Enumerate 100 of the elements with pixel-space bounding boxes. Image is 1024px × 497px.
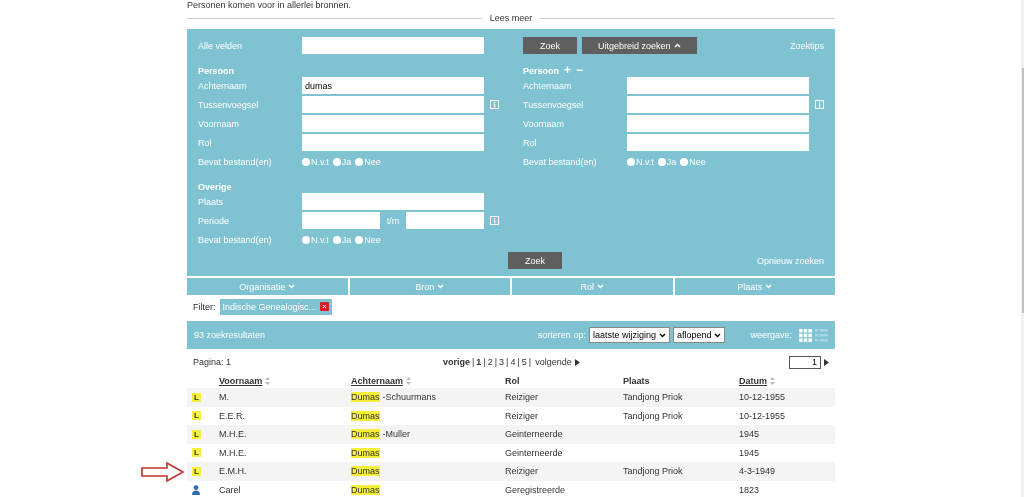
radio-label: N.v.t	[636, 156, 654, 167]
radio-button[interactable]	[302, 235, 310, 244]
field-label: Voornaam	[198, 118, 241, 129]
search-button[interactable]: Zoek	[523, 37, 577, 54]
radio-label: N.v.t	[311, 156, 329, 167]
input-field[interactable]	[627, 77, 809, 94]
table-row[interactable]: L M.H.E. Dumas -Muller Geinterneerde 1945	[187, 425, 835, 444]
next-page-link[interactable]: volgende	[535, 357, 580, 367]
radio-label: Ja	[666, 156, 677, 167]
table-cell-text: Tandjong Priok	[623, 392, 684, 403]
input-field[interactable]	[627, 115, 809, 132]
sort-order-dropdown[interactable]: aflopend	[672, 327, 726, 343]
table-cell-text: Geinterneerde	[505, 429, 564, 440]
grid-view-icon[interactable]	[799, 328, 812, 342]
page-link[interactable]: 4	[510, 357, 516, 367]
radio-button[interactable]	[627, 157, 635, 166]
sort-label: sorteren op:	[537, 330, 586, 340]
field-label: Plaats	[198, 196, 224, 207]
input-field[interactable]	[302, 37, 484, 54]
list-view-icon[interactable]	[815, 328, 828, 342]
radio-button[interactable]	[355, 157, 364, 166]
sortable-column-header[interactable]: Voornaam	[219, 375, 351, 386]
table-row[interactable]: L M. Dumas -Schuurmans Reiziger Tandjong Priok 10-12-1955	[187, 388, 835, 407]
input-field[interactable]	[302, 193, 484, 210]
field-label: Rol	[198, 137, 213, 148]
close-icon	[320, 302, 330, 311]
column-header: Rol	[505, 375, 521, 386]
input-field[interactable]	[302, 115, 484, 132]
page-label: Pagina: 1	[193, 357, 233, 367]
sort-field-dropdown[interactable]: laatste wijziging	[588, 327, 670, 343]
input-field[interactable]	[302, 134, 484, 151]
type-badge: L	[192, 392, 201, 402]
column-header: Plaats	[623, 375, 651, 386]
table-row[interactable]: L M.H.E. Dumas Geinterneerde 1945	[187, 443, 835, 462]
advanced-search-button[interactable]: Uitgebreid zoeken	[582, 37, 697, 54]
table-cell-text: 1945	[739, 429, 761, 440]
field-label: Bevat bestand(en)	[198, 234, 273, 245]
table-cell-text: 4-3-1949	[739, 466, 777, 477]
table-cell-text: E.E.R.	[219, 410, 246, 421]
radio-button[interactable]	[332, 157, 341, 166]
table-cell-text: Reiziger	[505, 466, 539, 477]
input-field[interactable]: dumas	[302, 77, 484, 94]
table-cell-text: Tandjong Priok	[623, 410, 684, 421]
page-link[interactable]: 2	[487, 357, 493, 367]
search-button[interactable]: Zoek	[508, 252, 562, 269]
radio-label: Nee	[364, 234, 381, 245]
table-row[interactable]: L E.E.R. Dumas Reiziger Tandjong Priok 10-12-1955	[187, 406, 835, 425]
type-badge: L	[192, 466, 201, 476]
table-cell-text: Dumas -Muller	[351, 429, 412, 440]
table-cell-text: Geregistreerde	[505, 484, 567, 495]
table-cell-text: M.H.E.	[219, 447, 248, 458]
page-link[interactable]: 3	[499, 357, 505, 367]
radio-button[interactable]	[332, 235, 341, 244]
field-label: Bevat bestand(en)	[523, 156, 598, 167]
table-cell-text: Dumas	[351, 410, 381, 421]
table-cell-text: Carel	[219, 484, 242, 495]
page-number-field[interactable]: 1	[789, 355, 821, 369]
range-separator: t/m	[385, 215, 401, 226]
table-cell-text: 10-12-1955	[739, 410, 787, 421]
table-cell-text: 1945	[739, 447, 761, 458]
table-cell-text: Dumas	[351, 484, 381, 495]
radio-button[interactable]	[355, 235, 364, 244]
caret-icon	[765, 284, 773, 289]
field-label: Voornaam	[523, 118, 566, 129]
page-separator: |	[472, 357, 475, 367]
caret-icon	[597, 284, 604, 289]
table-row[interactable]: Carel Dumas Geregistreerde 1823	[187, 480, 835, 497]
field-label: Rol	[523, 137, 538, 148]
caret-icon	[437, 284, 445, 289]
page-link[interactable]: 5	[521, 357, 527, 367]
sort-icon	[770, 376, 775, 385]
intro-text: Personen komen voor in allerlei bronnen.	[187, 0, 353, 10]
radio-button[interactable]	[680, 157, 689, 166]
play-icon[interactable]	[824, 358, 829, 366]
sortable-column-header[interactable]: Datum	[739, 375, 819, 386]
sort-icon	[406, 376, 412, 385]
field-label: Bevat bestand(en)	[198, 156, 273, 167]
page-link[interactable]: 1	[476, 357, 482, 367]
input-field[interactable]	[627, 134, 809, 151]
radio-button[interactable]	[657, 157, 666, 166]
input-field[interactable]	[302, 212, 380, 229]
radio-label: Nee	[364, 156, 381, 167]
table-cell-text: M.H.E.	[219, 429, 248, 440]
input-field[interactable]	[627, 96, 809, 113]
sortable-column-header[interactable]: Achternaam	[351, 375, 505, 386]
filter-label: Filter:	[193, 301, 216, 312]
input-field[interactable]	[302, 96, 484, 113]
read-more-link[interactable]: Lees meer	[481, 13, 541, 23]
field-label: Tussenvoegsel	[198, 99, 260, 110]
section-heading: Persoon	[523, 66, 559, 76]
input-field[interactable]	[406, 212, 484, 229]
radio-label: Ja	[341, 234, 352, 245]
field-label: Alle velden	[198, 40, 244, 51]
table-cell-text: Dumas -Schuurmans	[351, 392, 438, 403]
type-badge: L	[192, 448, 201, 458]
radio-label: Nee	[689, 156, 706, 167]
type-badge: L	[192, 429, 201, 439]
table-cell-text: Dumas	[351, 466, 381, 477]
previous-page-link[interactable]: vorige	[443, 357, 470, 367]
radio-button[interactable]	[302, 157, 310, 166]
